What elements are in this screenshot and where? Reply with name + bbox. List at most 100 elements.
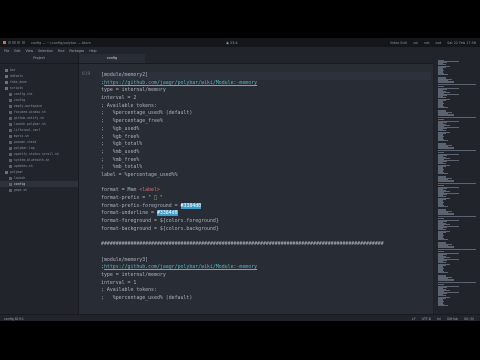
code-line[interactable]: format-underline = #3384d0 (101, 210, 431, 218)
status-item[interactable]: LF (412, 317, 416, 321)
file-icon (9, 176, 12, 180)
tree-file[interactable]: gaps.sh (0, 187, 78, 193)
folder-icon (5, 80, 8, 84)
minimap-line (438, 239, 449, 241)
code-token: type = internal/memory (101, 87, 166, 94)
workspace-3[interactable] (12, 40, 16, 45)
status-file-position[interactable]: config 819:1 (4, 317, 24, 321)
menu-selection[interactable]: Selection (38, 49, 53, 53)
minimap-line (438, 214, 454, 215)
code-token: ; %mb_used% (101, 148, 140, 155)
minimap-line (438, 216, 476, 218)
status-right-items: LF UTF-8 Ini GitHub Git (0) (412, 317, 474, 321)
code-line[interactable]: format-foreground = ${colors.foreground} (101, 218, 431, 226)
status-item[interactable]: UTF-8 (422, 317, 431, 321)
minimap-line (438, 115, 454, 116)
tray-item[interactable]: vol (413, 41, 418, 45)
menu-file[interactable]: File (4, 49, 9, 53)
status-bar: config 819:1 LF UTF-8 Ini GitHub Git (0) (0, 314, 480, 321)
code-link[interactable]: https://github.com/jaagr/polybar/wiki/Mo… (104, 80, 257, 86)
file-icon (9, 188, 12, 192)
minimap[interactable] (434, 54, 480, 314)
code-line[interactable]: format = Mem <label> (101, 187, 431, 195)
code-line[interactable]: ; %mb_total% (101, 164, 431, 172)
code-line[interactable]: [module/memory2] (101, 72, 431, 80)
code-link[interactable]: https://github.com/jaagr/polybar/wiki/Mo… (104, 264, 257, 270)
code-line[interactable]: label = %percentage_used%% (101, 172, 431, 180)
code-line[interactable] (101, 180, 431, 188)
code-line[interactable] (101, 249, 431, 257)
code-line[interactable]: ; %gb_free% (101, 134, 431, 142)
menu-view[interactable]: View (26, 49, 34, 53)
code-line[interactable]: interval = 1 (101, 280, 431, 288)
file-icon (9, 92, 12, 96)
code-line[interactable]: ; %percentage_used% (default) (101, 110, 431, 118)
menu-edit[interactable]: Edit (14, 49, 20, 53)
code-token: interval = 2 (101, 95, 137, 102)
code-area[interactable]: [module/memory2] ;https://github.com/jaag… (101, 72, 431, 303)
workspace-1[interactable] (3, 40, 7, 45)
file-icon (9, 152, 12, 156)
code-token: format-background = ${colors.background} (101, 225, 219, 232)
code-token: label = %percentage_used%% (101, 171, 178, 178)
menu-find[interactable]: Find (58, 49, 65, 53)
code-line[interactable]: ;https://github.com/jaagr/polybar/wiki/M… (101, 80, 431, 88)
minimap-line (438, 173, 449, 175)
code-line[interactable]: format-prefix-foreground = #3384d0 (101, 202, 431, 211)
menu-help[interactable]: Help (89, 49, 96, 53)
menu-packages[interactable]: Packages (69, 49, 84, 53)
code-line[interactable]: ; %gb_used% (101, 126, 431, 134)
workspace-indicators[interactable] (3, 40, 25, 45)
code-token: "  " (148, 195, 163, 201)
code-line[interactable]: ; %gb_total% (101, 141, 431, 149)
minimap-line (438, 84, 476, 86)
file-icon (9, 110, 12, 114)
tray-item[interactable]: Sat 22 Feb 17:56 (447, 41, 476, 45)
tray-item[interactable]: bat (436, 41, 442, 45)
file-icon (9, 182, 12, 186)
status-item[interactable]: Ini (437, 317, 441, 321)
code-line[interactable]: ; %percentage_free% (101, 118, 431, 126)
minimap-line (438, 74, 449, 76)
workspace-5[interactable] (21, 40, 25, 45)
workspace-4[interactable] (17, 40, 21, 45)
code-line[interactable]: ; %percentage_used% (default) (101, 295, 431, 303)
code-line[interactable]: [module/memory3] (101, 257, 431, 265)
sidebar-title: Project (0, 54, 78, 64)
code-line[interactable] (101, 233, 431, 241)
code-line[interactable]: interval = 2 (101, 95, 431, 103)
code-line[interactable]: ########################################… (101, 241, 431, 249)
system-top-bar: config — ~/.config/polybar — Atom ◉ 23:4… (0, 38, 480, 47)
code-line[interactable]: ;https://github.com/jaagr/polybar/wiki/M… (101, 264, 431, 272)
code-token: ; Available tokens: (101, 287, 157, 294)
status-item[interactable]: GitHub (447, 317, 458, 321)
code-line[interactable]: ; Available tokens: (101, 103, 431, 111)
minimap-line (438, 82, 454, 83)
code-line[interactable]: ; Available tokens: (101, 287, 431, 295)
code-line[interactable]: format-prefix = "  " (101, 195, 431, 203)
code-line[interactable]: type = internal/memory (101, 272, 431, 280)
code-token: ; %gb_used% (101, 125, 140, 132)
tray-item[interactable]: net (424, 41, 430, 45)
tab-bar: config (79, 54, 433, 64)
minimap-line (438, 150, 476, 152)
line-number: 819 (82, 72, 91, 77)
code-token: ; %percentage_free% (101, 118, 163, 125)
code-token: [module/memory2] (101, 72, 149, 78)
code-line[interactable]: format-background = ${colors.background} (101, 226, 431, 234)
line-gutter: 819 (79, 64, 97, 314)
tray-item[interactable]: Video Edit (390, 41, 407, 45)
code-line[interactable]: ; %mb_free% (101, 157, 431, 165)
status-item[interactable]: Git (0) (464, 317, 474, 321)
tab-config[interactable]: config (79, 54, 145, 63)
file-icon (9, 122, 12, 126)
code-editor[interactable]: 819 [module/memory2] ;https://github.com/… (79, 64, 433, 314)
code-line[interactable]: type = internal/memory (101, 87, 431, 95)
file-icon (9, 140, 12, 144)
workspace-2[interactable] (7, 40, 11, 45)
minimap-line (438, 305, 449, 307)
tray-items: Video Edit vol net bat Sat 22 Feb 17:56 (390, 41, 476, 45)
file-icon (9, 164, 12, 168)
code-line[interactable]: ; %mb_used% (101, 149, 431, 157)
code-token: ; %mb_free% (101, 156, 140, 163)
